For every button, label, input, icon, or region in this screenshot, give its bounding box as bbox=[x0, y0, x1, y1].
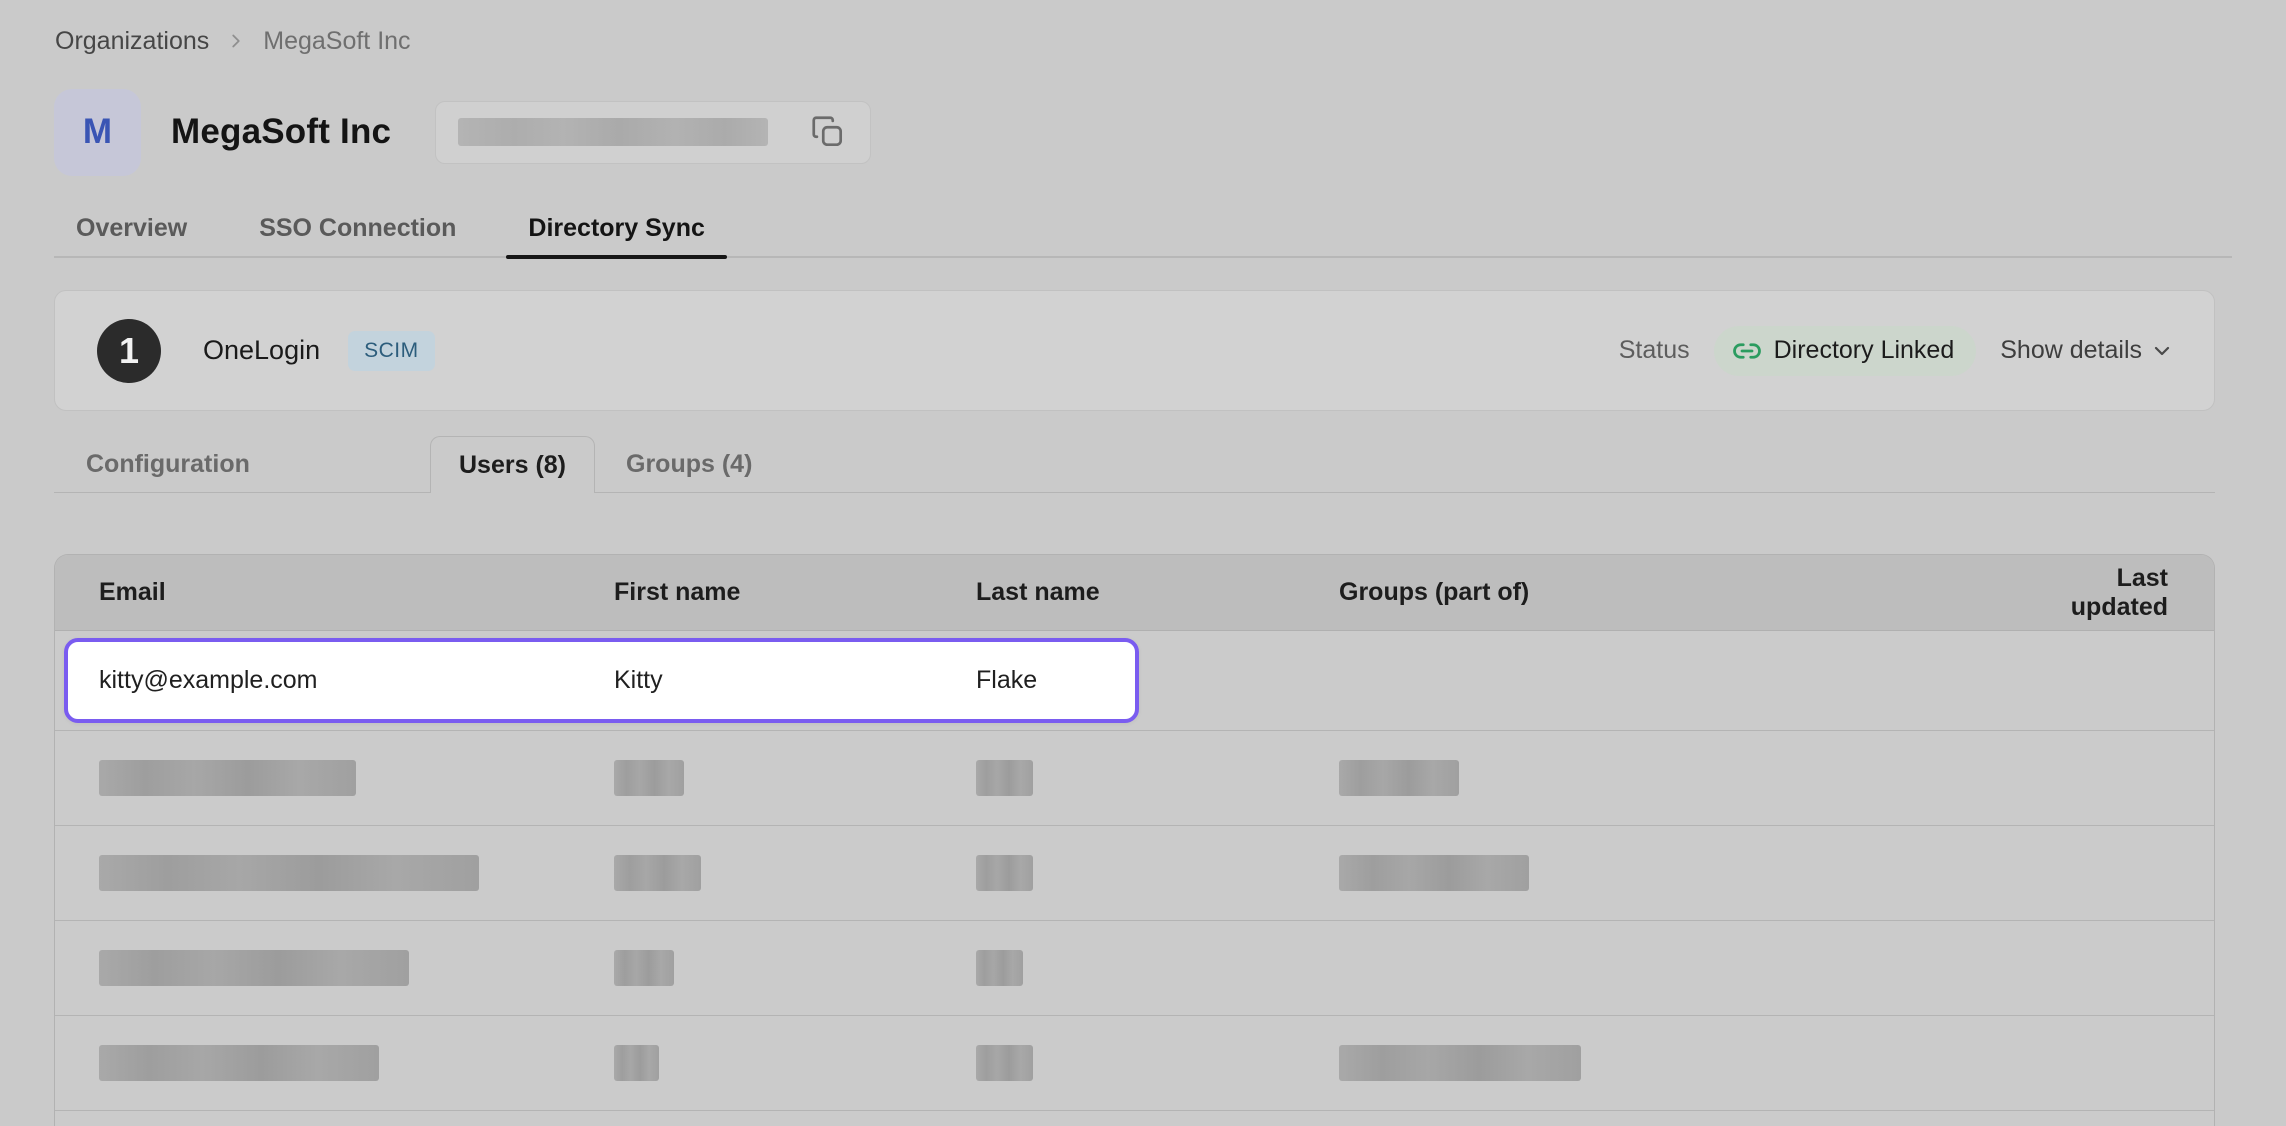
redacted-text-block bbox=[99, 950, 409, 986]
redacted-text-block bbox=[99, 1045, 379, 1081]
redacted-text-block bbox=[614, 950, 674, 986]
copy-icon bbox=[809, 113, 847, 151]
protocol-badge: SCIM bbox=[348, 331, 435, 371]
provider-name: OneLogin bbox=[203, 335, 320, 366]
cell-redacted bbox=[976, 950, 1339, 986]
table-row-highlighted[interactable]: kitty@example.com Kitty Flake bbox=[55, 631, 2214, 731]
sub-tab-configuration[interactable]: Configuration bbox=[86, 436, 250, 493]
org-id-redacted-value bbox=[458, 118, 768, 146]
show-details-button[interactable]: Show details bbox=[2000, 336, 2174, 365]
cell-redacted bbox=[976, 1045, 1339, 1081]
cell-redacted bbox=[55, 1045, 614, 1081]
redacted-text-block bbox=[1339, 855, 1529, 891]
breadcrumb-organizations-link[interactable]: Organizations bbox=[55, 27, 209, 56]
redacted-text-block bbox=[1339, 760, 1459, 796]
status-group: Status Directory Linked Show details bbox=[1619, 326, 2174, 376]
column-header-last-updated: Last updated bbox=[2019, 564, 2214, 622]
cell-redacted bbox=[1339, 1045, 2019, 1081]
status-label: Status bbox=[1619, 336, 1690, 365]
breadcrumb: Organizations MegaSoft Inc bbox=[55, 24, 411, 58]
table-row-redacted[interactable] bbox=[55, 826, 2214, 921]
org-id-chip[interactable] bbox=[435, 101, 871, 164]
column-header-groups: Groups (part of) bbox=[1339, 578, 2019, 607]
tab-directory-sync[interactable]: Directory Sync bbox=[506, 200, 726, 256]
placeholder-rows-container bbox=[55, 731, 2214, 1111]
cell-redacted bbox=[614, 855, 976, 891]
redacted-text-block bbox=[99, 855, 479, 891]
cell-redacted bbox=[614, 1045, 976, 1081]
link-icon bbox=[1732, 336, 1762, 366]
redacted-text-block bbox=[614, 760, 684, 796]
tab-overview[interactable]: Overview bbox=[54, 200, 209, 256]
redacted-text-block bbox=[976, 950, 1023, 986]
cell-redacted bbox=[55, 760, 614, 796]
column-header-first-name: First name bbox=[614, 578, 976, 607]
cell-last-name: Flake bbox=[976, 666, 1339, 695]
redacted-text-block bbox=[1339, 1045, 1581, 1081]
redacted-text-block bbox=[976, 1045, 1033, 1081]
chevron-right-icon bbox=[225, 30, 247, 52]
cell-redacted bbox=[976, 760, 1339, 796]
show-details-label: Show details bbox=[2000, 336, 2142, 365]
sub-tab-groups[interactable]: Groups (4) bbox=[626, 436, 752, 493]
cell-redacted bbox=[614, 950, 976, 986]
cell-redacted bbox=[55, 855, 614, 891]
redacted-text-block bbox=[976, 760, 1033, 796]
status-badge-label: Directory Linked bbox=[1774, 336, 1955, 365]
cell-redacted bbox=[614, 760, 976, 796]
directory-connection-card: 1 OneLogin SCIM Status Directory Linked … bbox=[54, 290, 2215, 411]
page-title: MegaSoft Inc bbox=[171, 112, 391, 152]
redacted-text-block bbox=[614, 855, 701, 891]
directory-sync-page: Organizations MegaSoft Inc M MegaSoft In… bbox=[0, 0, 2286, 1126]
cell-redacted bbox=[976, 855, 1339, 891]
table-row-redacted[interactable] bbox=[55, 1016, 2214, 1111]
cell-redacted bbox=[1339, 855, 2019, 891]
table-row-redacted[interactable] bbox=[55, 921, 2214, 1016]
breadcrumb-current-org: MegaSoft Inc bbox=[263, 27, 410, 56]
status-badge: Directory Linked bbox=[1714, 326, 1977, 376]
cell-redacted bbox=[1339, 760, 2019, 796]
users-table: Email First name Last name Groups (part … bbox=[54, 554, 2215, 1126]
column-header-email: Email bbox=[55, 578, 614, 607]
org-tabs: Overview SSO Connection Directory Sync bbox=[54, 200, 2232, 258]
cell-email: kitty@example.com bbox=[55, 666, 614, 695]
table-row-redacted[interactable] bbox=[55, 731, 2214, 826]
org-header: M MegaSoft Inc bbox=[54, 88, 871, 176]
tab-sso-connection[interactable]: SSO Connection bbox=[237, 200, 478, 256]
copy-button[interactable] bbox=[806, 110, 850, 154]
chevron-down-icon bbox=[2150, 339, 2174, 363]
onelogin-logo-icon: 1 bbox=[97, 319, 161, 383]
redacted-text-block bbox=[976, 855, 1033, 891]
cell-first-name: Kitty bbox=[614, 666, 976, 695]
column-header-last-name: Last name bbox=[976, 578, 1339, 607]
table-header-row: Email First name Last name Groups (part … bbox=[55, 555, 2214, 631]
directory-sub-tabs: Configuration Users (8) Groups (4) bbox=[54, 436, 2215, 493]
org-avatar: M bbox=[54, 89, 141, 176]
cell-redacted bbox=[55, 950, 614, 986]
redacted-text-block bbox=[99, 760, 356, 796]
redacted-text-block bbox=[614, 1045, 659, 1081]
sub-tab-users[interactable]: Users (8) bbox=[430, 436, 595, 493]
